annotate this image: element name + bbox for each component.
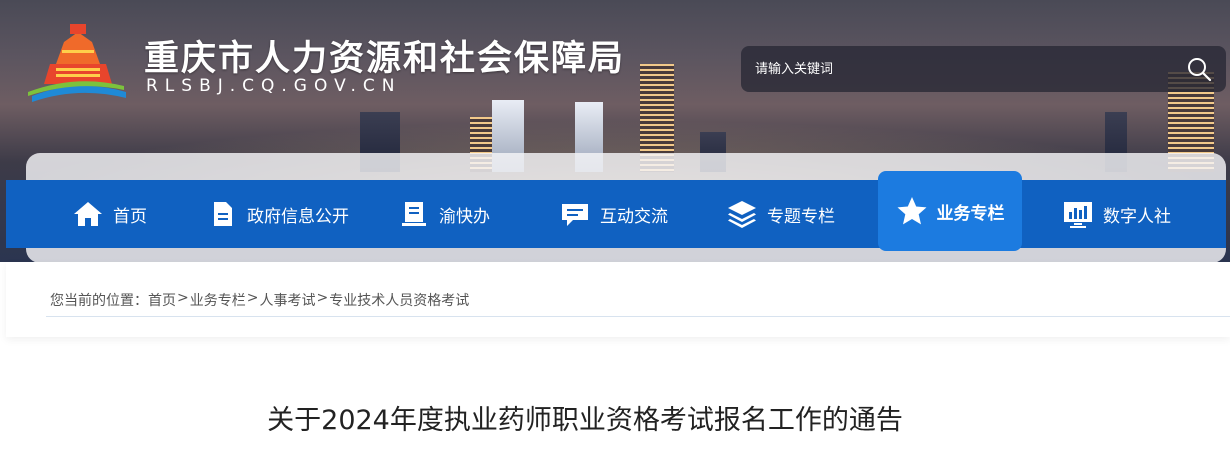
nav-item-label: 政府信息公开 <box>247 206 349 227</box>
nav-item-business[interactable]: 业务专栏 <box>878 171 1022 251</box>
breadcrumb-separator: > <box>316 290 329 306</box>
nav-item-label: 首页 <box>113 206 147 227</box>
search-box <box>741 46 1226 92</box>
chat-icon <box>562 204 588 226</box>
breadcrumb-divider <box>46 316 1230 317</box>
nav-item-yukuaiban[interactable]: 渝快办 <box>398 180 490 248</box>
nav-item-gov-info[interactable]: 政府信息公开 <box>206 180 349 248</box>
nav-item-label: 数字人社 <box>1103 206 1171 227</box>
breadcrumb-separator: > <box>177 290 189 306</box>
home-icon <box>74 202 102 226</box>
document-icon <box>214 202 232 226</box>
site-domain: RLSBJ.CQ.GOV.CN <box>146 76 402 96</box>
nav-item-label: 专题专栏 <box>767 206 835 227</box>
search-icon[interactable] <box>1186 56 1212 82</box>
main-nav: 首页 政府信息公开 渝快办 互动交流 专题专栏 业务专栏 数字人社 <box>6 171 1226 251</box>
star-icon <box>897 197 926 225</box>
nav-item-topics[interactable]: 专题专栏 <box>726 180 835 248</box>
breadcrumb-separator: > <box>246 290 259 306</box>
breadcrumb-link-personnel-exam[interactable]: 人事考试 <box>259 290 315 310</box>
monitor-chart-icon <box>1064 202 1092 228</box>
breadcrumb-prefix: 您当前的位置： <box>50 293 148 309</box>
nav-item-home[interactable]: 首页 <box>72 180 147 248</box>
breadcrumb-link-professional-exam[interactable]: 专业技术人员资格考试 <box>329 290 469 310</box>
breadcrumb-link-business[interactable]: 业务专栏 <box>190 290 246 310</box>
nav-item-label: 互动交流 <box>600 206 668 227</box>
breadcrumb: 您当前的位置： 首页 > 业务专栏 > 人事考试 > 专业技术人员资格考试 <box>50 290 469 310</box>
book-icon <box>402 202 426 226</box>
site-title[interactable]: 重庆市人力资源和社会保障局 <box>144 30 625 81</box>
article-title: 关于2024年度执业药师职业资格考试报名工作的通告 <box>267 405 903 436</box>
search-input[interactable] <box>755 56 1155 82</box>
nav-item-label: 渝快办 <box>439 206 490 227</box>
breadcrumb-link-home[interactable]: 首页 <box>148 290 176 310</box>
cq-hrss-emblem-icon[interactable] <box>26 24 130 104</box>
nav-item-digital-hrss[interactable]: 数字人社 <box>1062 180 1171 248</box>
nav-item-interaction[interactable]: 互动交流 <box>559 180 668 248</box>
nav-item-label: 业务专栏 <box>936 203 1005 224</box>
layers-icon <box>728 201 756 228</box>
